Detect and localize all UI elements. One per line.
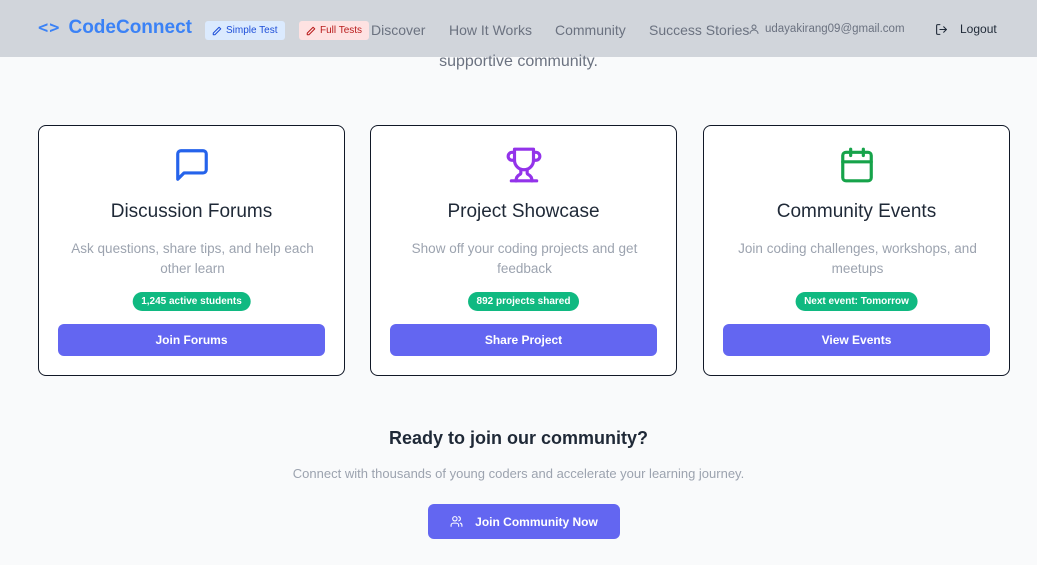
cta-subtitle: Connect with thousands of young coders a… (292, 466, 745, 481)
status-badge: Next event: Tomorrow (795, 292, 918, 311)
top-navbar: <> CodeConnect Simple Test Full Tests Di… (0, 0, 1037, 57)
cta-heading: Ready to join our community? (388, 428, 648, 448)
card-title: Community Events (776, 201, 937, 222)
logout-icon (936, 23, 947, 35)
user-account: udayakirang09@gmail.com (748, 23, 905, 35)
pencil-icon (306, 26, 316, 35)
trophy-icon (506, 147, 541, 183)
simple-test-label: Simple Test (226, 25, 278, 36)
nav-success-stories[interactable]: Success Stories (649, 22, 749, 38)
card-description: Show off your coding projects and get fe… (411, 241, 638, 276)
message-square-icon (175, 149, 208, 181)
card-title: Discussion Forums (110, 201, 273, 222)
nav-community[interactable]: Community (555, 22, 626, 38)
full-tests-button[interactable]: Full Tests (299, 21, 370, 40)
logout-label: Logout (960, 22, 997, 36)
user-email: udayakirang09@gmail.com (765, 23, 905, 35)
card-project-showcase: Project Showcase Show off your coding pr… (370, 125, 677, 376)
view-events-button[interactable]: View Events (723, 324, 990, 356)
logout-button[interactable]: Logout (935, 22, 997, 36)
nav-how-it-works[interactable]: How It Works (449, 22, 532, 38)
nav-discover[interactable]: Discover (371, 22, 425, 38)
section-intro-text: supportive community. (439, 53, 598, 70)
code-brackets-icon: <> (38, 18, 61, 38)
simple-test-button[interactable]: Simple Test (205, 21, 285, 40)
status-badge: 892 projects shared (467, 292, 580, 311)
status-badge: 1,245 active students (132, 292, 251, 311)
brand-logo[interactable]: <> CodeConnect (38, 17, 192, 39)
user-icon (749, 24, 759, 34)
join-community-label: Join Community Now (475, 514, 598, 529)
card-description: Ask questions, share tips, and help each… (71, 241, 314, 276)
full-tests-label: Full Tests (320, 25, 363, 36)
users-icon (450, 516, 463, 527)
card-title: Project Showcase (447, 201, 600, 222)
pencil-icon (212, 26, 222, 35)
join-forums-button[interactable]: Join Forums (58, 324, 325, 356)
brand-name: CodeConnect (68, 17, 192, 38)
card-discussion-forums: Discussion Forums Ask questions, share t… (38, 125, 345, 376)
card-community-events: Community Events Join coding challenges,… (703, 125, 1010, 376)
join-community-button[interactable]: Join Community Now (428, 504, 620, 539)
share-project-button[interactable]: Share Project (390, 324, 657, 356)
card-description: Join coding challenges, workshops, and m… (738, 241, 977, 276)
calendar-icon (840, 147, 873, 183)
